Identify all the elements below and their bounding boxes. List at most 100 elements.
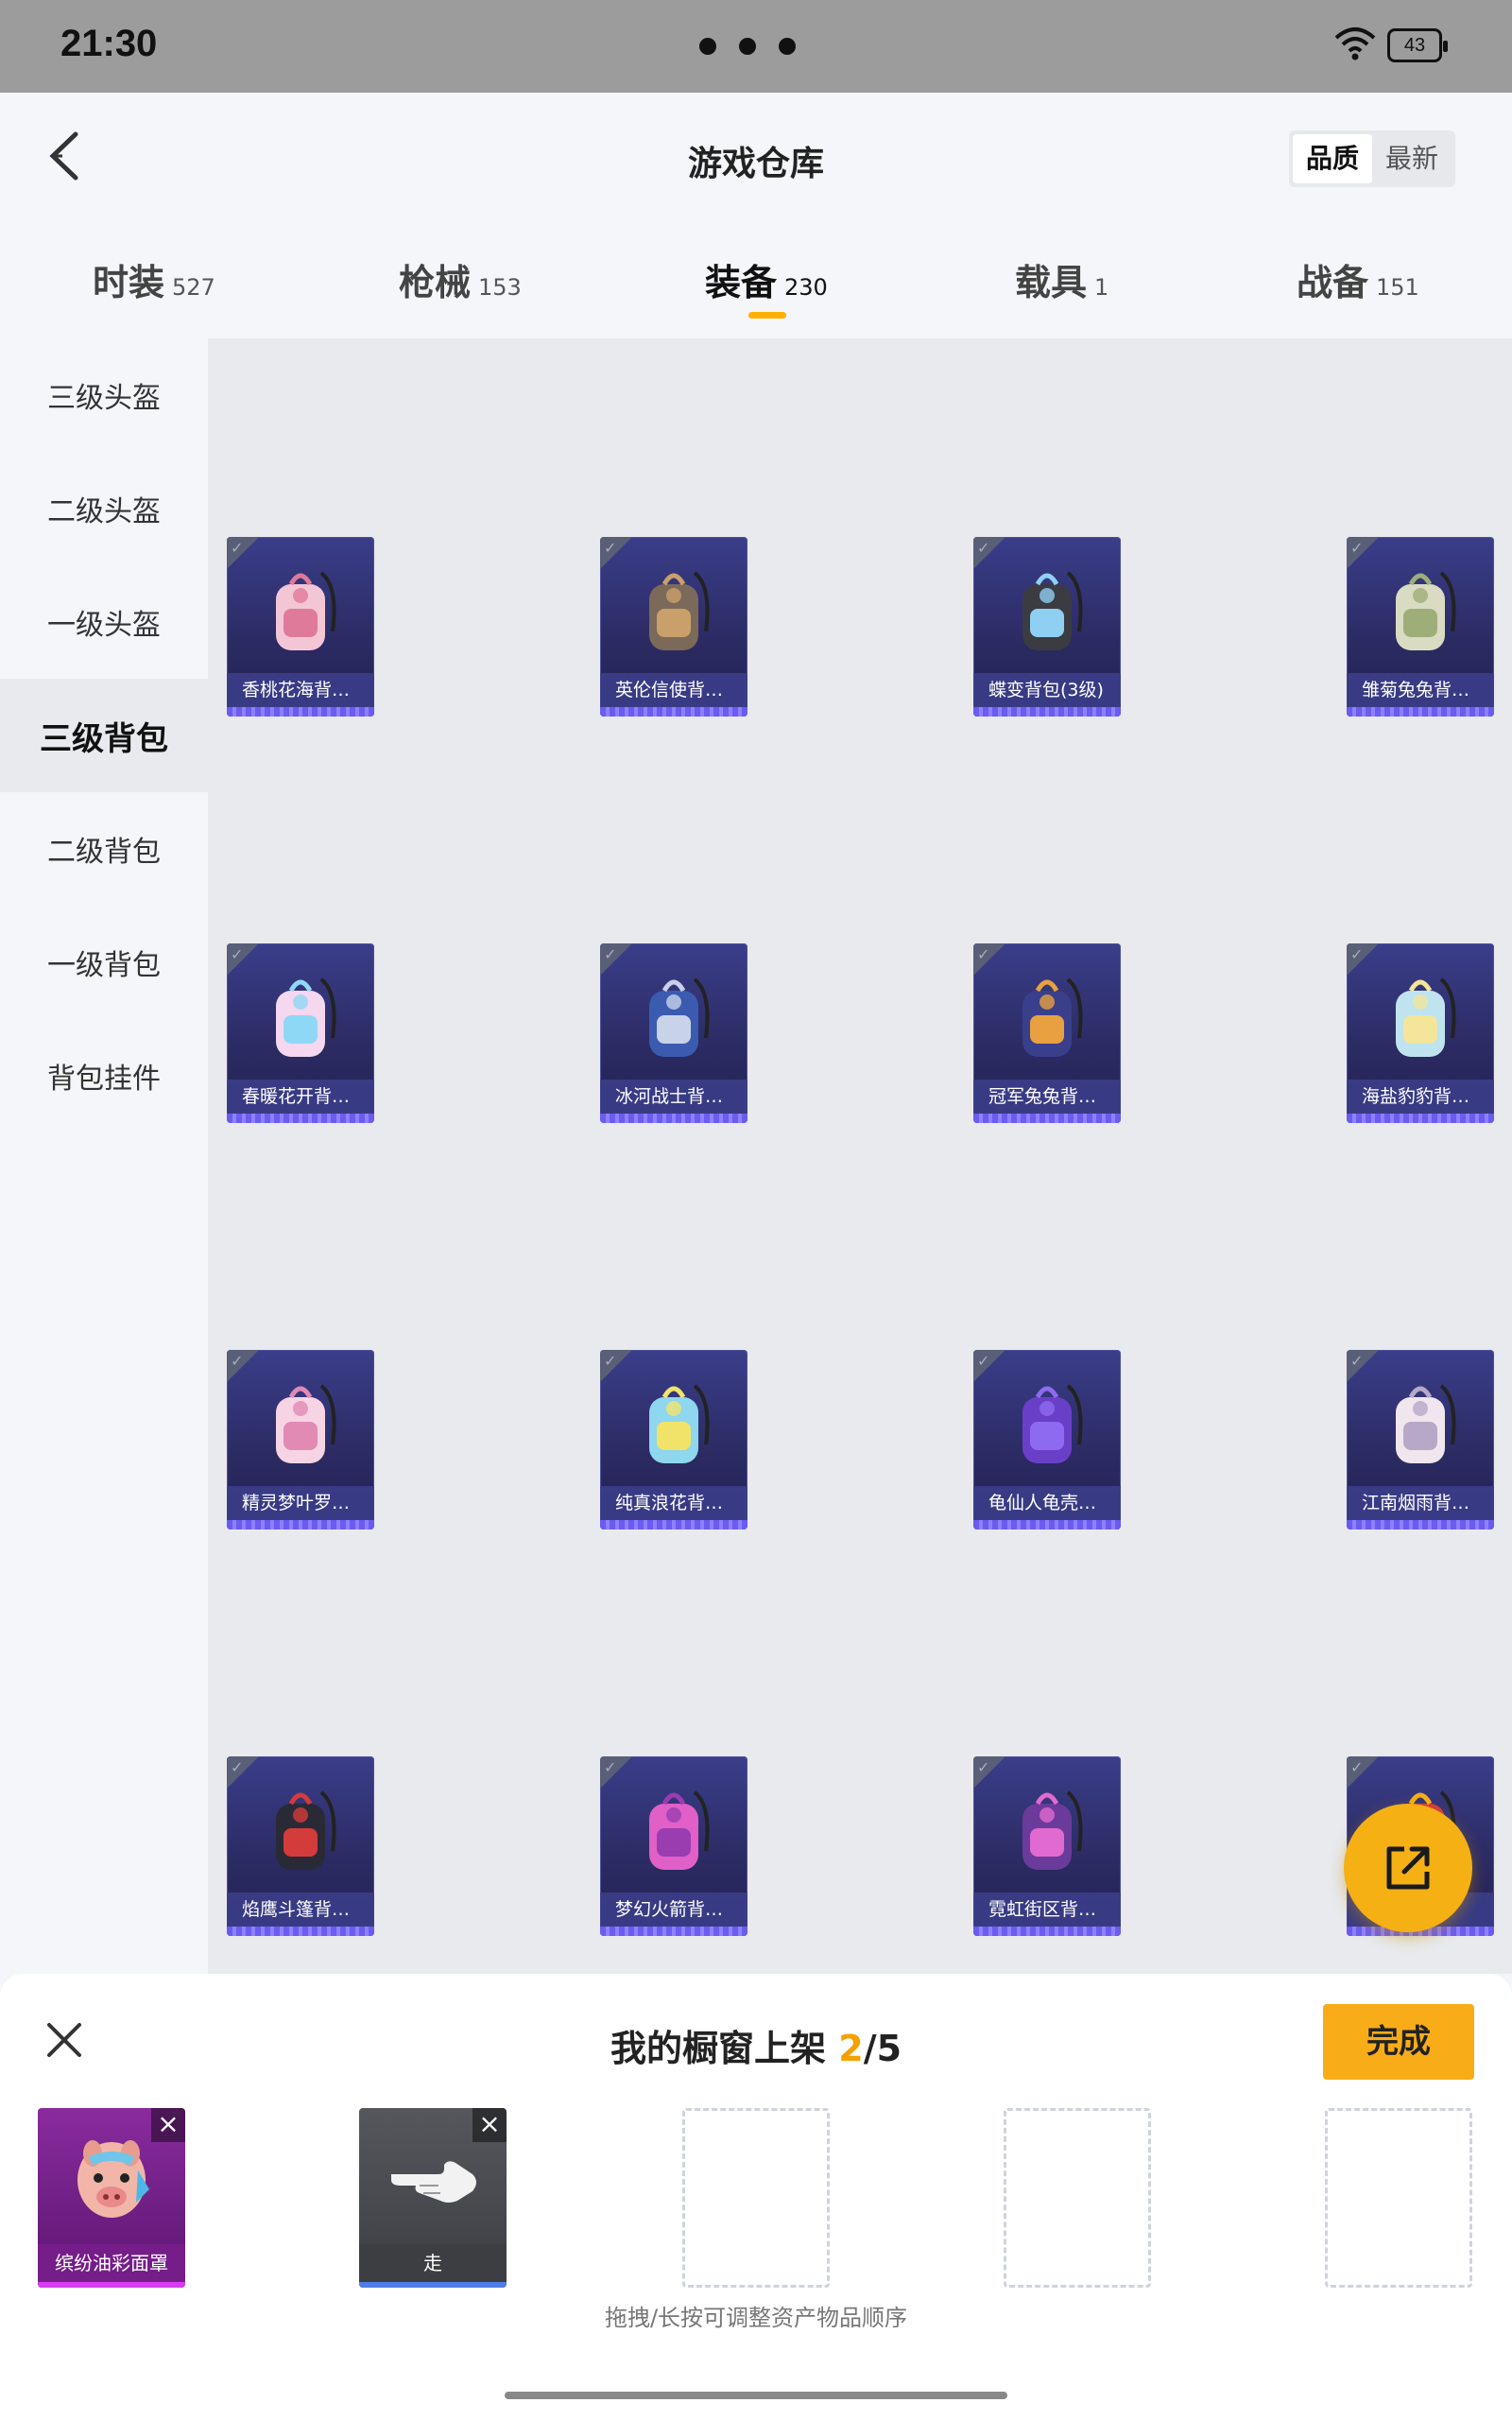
backpack-item-card[interactable]: ✓ 蝶变背包(3级): [973, 537, 1121, 717]
rarity-bar: [1347, 1114, 1494, 1123]
showcase-slot-2[interactable]: × 走: [359, 2108, 507, 2288]
sort-toggle[interactable]: 品质 最新: [1289, 130, 1455, 187]
sidebar-item-helmet-3[interactable]: 三级头盔: [0, 338, 208, 452]
item-label: 精灵梦叶罗…: [227, 1486, 374, 1520]
item-label: 龟仙人龟壳…: [973, 1486, 1121, 1520]
backpack-icon: [649, 1790, 710, 1870]
rarity-bar: [1347, 1520, 1494, 1530]
item-label: 香桃花海背…: [227, 673, 374, 707]
tab-equipment[interactable]: 装备 230: [705, 253, 828, 305]
rarity-bar: [227, 707, 374, 717]
sidebar-item-backpack-2[interactable]: 二级背包: [0, 792, 208, 906]
item-grid: ✓ 香桃花海背… ✓ 英伦信使背… ✓ 蝶变背包(3级) ✓ 雏菊兔兔背… ✓ 春暖花开背… ✓ 冰河…: [208, 338, 1512, 1974]
backpack-icon: [276, 1790, 336, 1870]
item-label: 春暖花开背…: [227, 1080, 374, 1114]
tab-supplies[interactable]: 战备 151: [1297, 253, 1419, 305]
showcase-slot-empty[interactable]: [1325, 2108, 1472, 2288]
tab-label: 时装: [93, 262, 165, 303]
showcase-slot-empty[interactable]: [1004, 2108, 1151, 2288]
rarity-bar: [1347, 707, 1494, 717]
backpack-item-card[interactable]: ✓ 霓虹街区背…: [973, 1756, 1121, 1936]
subcategory-sidebar: 三级头盔 二级头盔 一级头盔 三级背包 二级背包 一级背包 背包挂件: [0, 338, 208, 1974]
item-label: 蝶变背包(3级): [973, 673, 1121, 707]
item-label: 焰鹰斗篷背…: [227, 1893, 374, 1927]
home-indicator[interactable]: [505, 2392, 1007, 2399]
rarity-bar: [359, 2282, 507, 2288]
page-title: 游戏仓库: [687, 145, 824, 183]
backpack-icon: [1396, 571, 1456, 650]
remove-slot-icon[interactable]: ×: [151, 2108, 185, 2142]
sidebar-item-helmet-2[interactable]: 二级头盔: [0, 452, 208, 565]
sidebar-item-backpack-1[interactable]: 一级背包: [0, 906, 208, 1019]
showcase-title-text: 我的橱窗上架: [610, 2028, 826, 2069]
tab-weapons[interactable]: 枪械 153: [399, 253, 522, 305]
sidebar-item-backpack-charm[interactable]: 背包挂件: [0, 1019, 208, 1132]
tab-label: 枪械: [399, 262, 472, 303]
backpack-item-card[interactable]: ✓ 纯真浪花背…: [600, 1350, 747, 1530]
backpack-icon: [649, 1384, 710, 1463]
backpack-icon: [1022, 977, 1083, 1057]
item-label: 英伦信使背…: [600, 673, 747, 707]
item-label: 霓虹街区背…: [973, 1893, 1121, 1927]
backpack-icon: [1396, 1384, 1456, 1463]
tab-count: 230: [784, 274, 828, 301]
backpack-item-card[interactable]: ✓ 精灵梦叶罗…: [227, 1350, 374, 1530]
rarity-bar: [973, 1114, 1121, 1123]
tab-fashion[interactable]: 时装 527: [93, 253, 215, 305]
done-button[interactable]: 完成: [1323, 2004, 1474, 2080]
backpack-icon: [276, 977, 336, 1057]
rarity-bar: [38, 2282, 185, 2288]
backpack-icon: [649, 571, 710, 650]
remove-slot-icon[interactable]: ×: [472, 2108, 507, 2142]
slot-label: 走: [359, 2244, 507, 2282]
backpack-item-card[interactable]: ✓ 冰河战士背…: [600, 943, 747, 1123]
check-icon: ✓: [231, 539, 244, 557]
backpack-icon: [1022, 571, 1083, 650]
backpack-icon: [276, 1384, 336, 1463]
rarity-bar: [600, 707, 747, 717]
item-label: 江南烟雨背…: [1347, 1486, 1494, 1520]
backpack-item-card[interactable]: ✓ 雏菊兔兔背…: [1347, 537, 1494, 717]
pig-mask-icon: [77, 2140, 149, 2218]
sidebar-item-backpack-3[interactable]: 三级背包: [0, 679, 208, 792]
check-icon: ✓: [604, 1352, 617, 1370]
check-icon: ✓: [1350, 1758, 1364, 1776]
backpack-item-card[interactable]: ✓ 焰鹰斗篷背…: [227, 1756, 374, 1936]
tab-label: 装备: [705, 262, 778, 303]
reorder-hint: 拖拽/长按可调整资产物品顺序: [604, 2305, 908, 2331]
check-icon: ✓: [977, 539, 990, 557]
item-label: 冠军兔兔背…: [973, 1080, 1121, 1114]
sort-newest-option[interactable]: 最新: [1372, 134, 1452, 183]
check-icon: ✓: [1350, 945, 1364, 963]
check-icon: ✓: [1350, 539, 1364, 557]
check-icon: ✓: [604, 945, 617, 963]
more-dots-icon[interactable]: [699, 38, 796, 55]
check-icon: ✓: [977, 945, 990, 963]
showcase-slot-empty[interactable]: [682, 2108, 830, 2288]
tab-count: 153: [478, 274, 522, 301]
check-icon: ✓: [1350, 1352, 1364, 1370]
check-icon: ✓: [604, 539, 617, 557]
backpack-item-card[interactable]: ✓ 香桃花海背…: [227, 537, 374, 717]
showcase-slot-1[interactable]: × 缤纷油彩面罩: [38, 2108, 185, 2288]
status-time: 21:30: [60, 23, 158, 64]
check-icon: ✓: [977, 1758, 990, 1776]
sort-quality-option[interactable]: 品质: [1293, 134, 1372, 183]
rarity-bar: [973, 707, 1121, 717]
backpack-item-card[interactable]: ✓ 梦幻火箭背…: [600, 1756, 747, 1936]
backpack-item-card[interactable]: ✓ 江南烟雨背…: [1347, 1350, 1494, 1530]
backpack-icon: [276, 571, 336, 650]
item-label: 梦幻火箭背…: [600, 1893, 747, 1927]
item-label: 冰河战士背…: [600, 1080, 747, 1114]
share-button[interactable]: [1344, 1804, 1472, 1932]
sidebar-item-helmet-1[interactable]: 一级头盔: [0, 565, 208, 679]
backpack-item-card[interactable]: ✓ 冠军兔兔背…: [973, 943, 1121, 1123]
backpack-item-card[interactable]: ✓ 英伦信使背…: [600, 537, 747, 717]
tab-vehicles[interactable]: 载具 1: [1015, 253, 1108, 305]
rarity-bar: [227, 1520, 374, 1530]
slot-label: 缤纷油彩面罩: [38, 2244, 185, 2282]
backpack-item-card[interactable]: ✓ 春暖花开背…: [227, 943, 374, 1123]
backpack-item-card[interactable]: ✓ 海盐豹豹背…: [1347, 943, 1494, 1123]
backpack-item-card[interactable]: ✓ 龟仙人龟壳…: [973, 1350, 1121, 1530]
rarity-bar: [227, 1114, 374, 1123]
